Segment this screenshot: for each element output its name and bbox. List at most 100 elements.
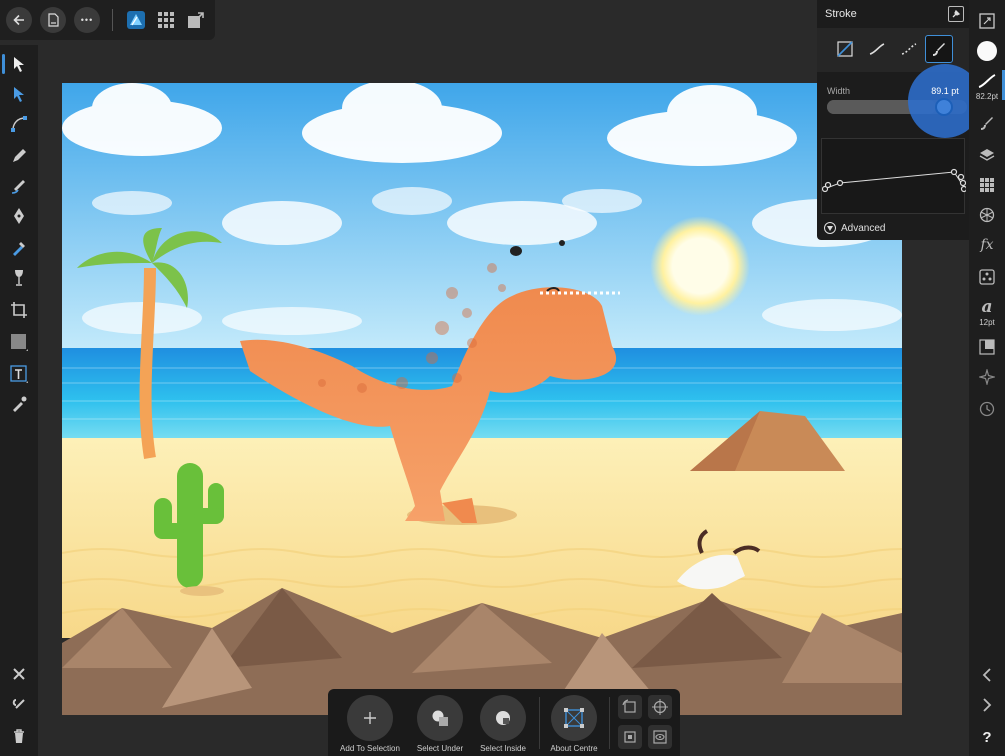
pixel-persona-icon (158, 12, 174, 28)
solid-line-icon (869, 43, 885, 55)
rectangle-tool[interactable] (0, 327, 38, 357)
about-centre-icon (564, 708, 584, 728)
select-inside-label: Select Inside (480, 744, 526, 753)
corner-tool[interactable] (0, 109, 38, 139)
help-button[interactable]: ? (969, 722, 1005, 752)
snapping-star-icon (979, 369, 995, 385)
delete-button[interactable] (0, 721, 38, 751)
expand-chevron-icon (824, 222, 836, 234)
toolbar-separator (112, 9, 113, 31)
dashed-line-icon (901, 43, 917, 55)
swatches-button[interactable] (969, 170, 1005, 200)
undo-icon (12, 699, 25, 709)
panel-title: Stroke (825, 8, 857, 20)
palm-trunk (139, 267, 156, 459)
color-button[interactable] (969, 36, 1005, 66)
pixel-persona-button[interactable] (155, 9, 177, 31)
fx-icon: fx (980, 237, 994, 253)
advanced-toggle[interactable]: Advanced (824, 221, 885, 235)
text-tool[interactable] (0, 359, 38, 389)
view-toggle-button[interactable] (648, 725, 672, 749)
vector-brush-icon (11, 180, 25, 194)
stroke-icon (978, 74, 996, 88)
bounding-box-icon (624, 731, 636, 743)
about-centre-circle (551, 695, 597, 741)
node-arrow-icon (14, 87, 24, 102)
close-icon (13, 668, 25, 680)
width-label: Width (827, 86, 851, 96)
pin-panel-button[interactable] (948, 6, 964, 22)
transparency-tool[interactable] (0, 263, 38, 293)
designer-persona-icon (127, 11, 145, 29)
documents-button[interactable] (40, 7, 66, 33)
collapse-right-button[interactable] (969, 690, 1005, 720)
text-size-label: 12pt (979, 318, 995, 327)
effects-button[interactable]: fx (969, 230, 1005, 260)
select-inside-circle (480, 695, 526, 741)
style-dashed-button[interactable] (895, 35, 923, 63)
style-none-button[interactable] (831, 35, 859, 63)
bounding-box-button[interactable] (618, 725, 642, 749)
close-context-button[interactable] (0, 659, 38, 689)
collapse-left-button[interactable] (969, 660, 1005, 690)
select-inside-button[interactable]: Select Inside (468, 695, 538, 755)
navigator-button[interactable] (969, 6, 1005, 36)
affinity-designer-window: ••• Stroke Width 89.1 pt Advanced 82.2pt… (0, 0, 1005, 756)
brushes-button[interactable] (969, 108, 1005, 138)
brush-stroke-icon (932, 43, 945, 56)
more-button[interactable]: ••• (74, 7, 100, 33)
target-button[interactable] (648, 695, 672, 719)
rotate-box-icon (622, 699, 636, 713)
crop-icon (11, 302, 27, 318)
top-toolbar: ••• (0, 0, 215, 40)
text-style-icon: a (981, 297, 993, 317)
no-stroke-icon (837, 41, 853, 57)
snapping-button[interactable] (969, 362, 1005, 392)
rectangle-shape-icon (11, 334, 28, 351)
fill-tool[interactable] (0, 233, 38, 263)
designer-persona-button[interactable] (125, 9, 147, 31)
style-brush-button[interactable] (925, 35, 953, 63)
history-button[interactable] (969, 394, 1005, 424)
dropper-fill-icon (13, 242, 25, 256)
styles-icon (979, 269, 995, 285)
context-toolbar: Add To Selection Select Under Select Ins… (328, 689, 680, 756)
sun (650, 216, 750, 316)
transform-icon (979, 339, 995, 355)
select-under-circle (417, 695, 463, 741)
transform-button[interactable] (969, 332, 1005, 362)
layers-button[interactable] (969, 140, 1005, 170)
layers-icon (979, 149, 995, 161)
about-centre-button[interactable]: About Centre (539, 695, 609, 755)
move-arrow-icon (14, 57, 24, 72)
pencil-icon (13, 149, 26, 162)
appearance-icon (979, 207, 995, 223)
node-tool[interactable] (0, 79, 38, 109)
styles-button[interactable] (969, 262, 1005, 292)
export-persona-button[interactable] (185, 9, 207, 31)
pressure-curve (821, 168, 968, 193)
pen-tool[interactable] (0, 201, 38, 231)
eye-box-icon (653, 730, 667, 744)
crosshair-icon (652, 699, 668, 715)
pencil-tool[interactable] (0, 141, 38, 171)
back-arrow-icon (13, 14, 24, 26)
back-button[interactable] (6, 7, 32, 33)
document-canvas[interactable] (62, 83, 902, 715)
crop-tool[interactable] (0, 295, 38, 325)
cactus-shadow (180, 586, 224, 596)
appearance-button[interactable] (969, 200, 1005, 230)
style-solid-button[interactable] (863, 35, 891, 63)
document-icon (48, 13, 59, 27)
undo-button[interactable] (0, 689, 38, 719)
pressure-curve-editor[interactable] (821, 138, 968, 214)
left-toolbar (0, 45, 38, 756)
pen-nib-icon (14, 208, 24, 224)
transform-origin-button[interactable] (618, 695, 642, 719)
pin-icon (952, 9, 961, 18)
move-tool[interactable] (0, 49, 38, 79)
trash-icon (14, 729, 24, 743)
vector-brush-tool[interactable] (0, 171, 38, 201)
add-to-selection-button[interactable]: Add To Selection (335, 695, 405, 755)
color-picker-tool[interactable] (0, 389, 38, 419)
